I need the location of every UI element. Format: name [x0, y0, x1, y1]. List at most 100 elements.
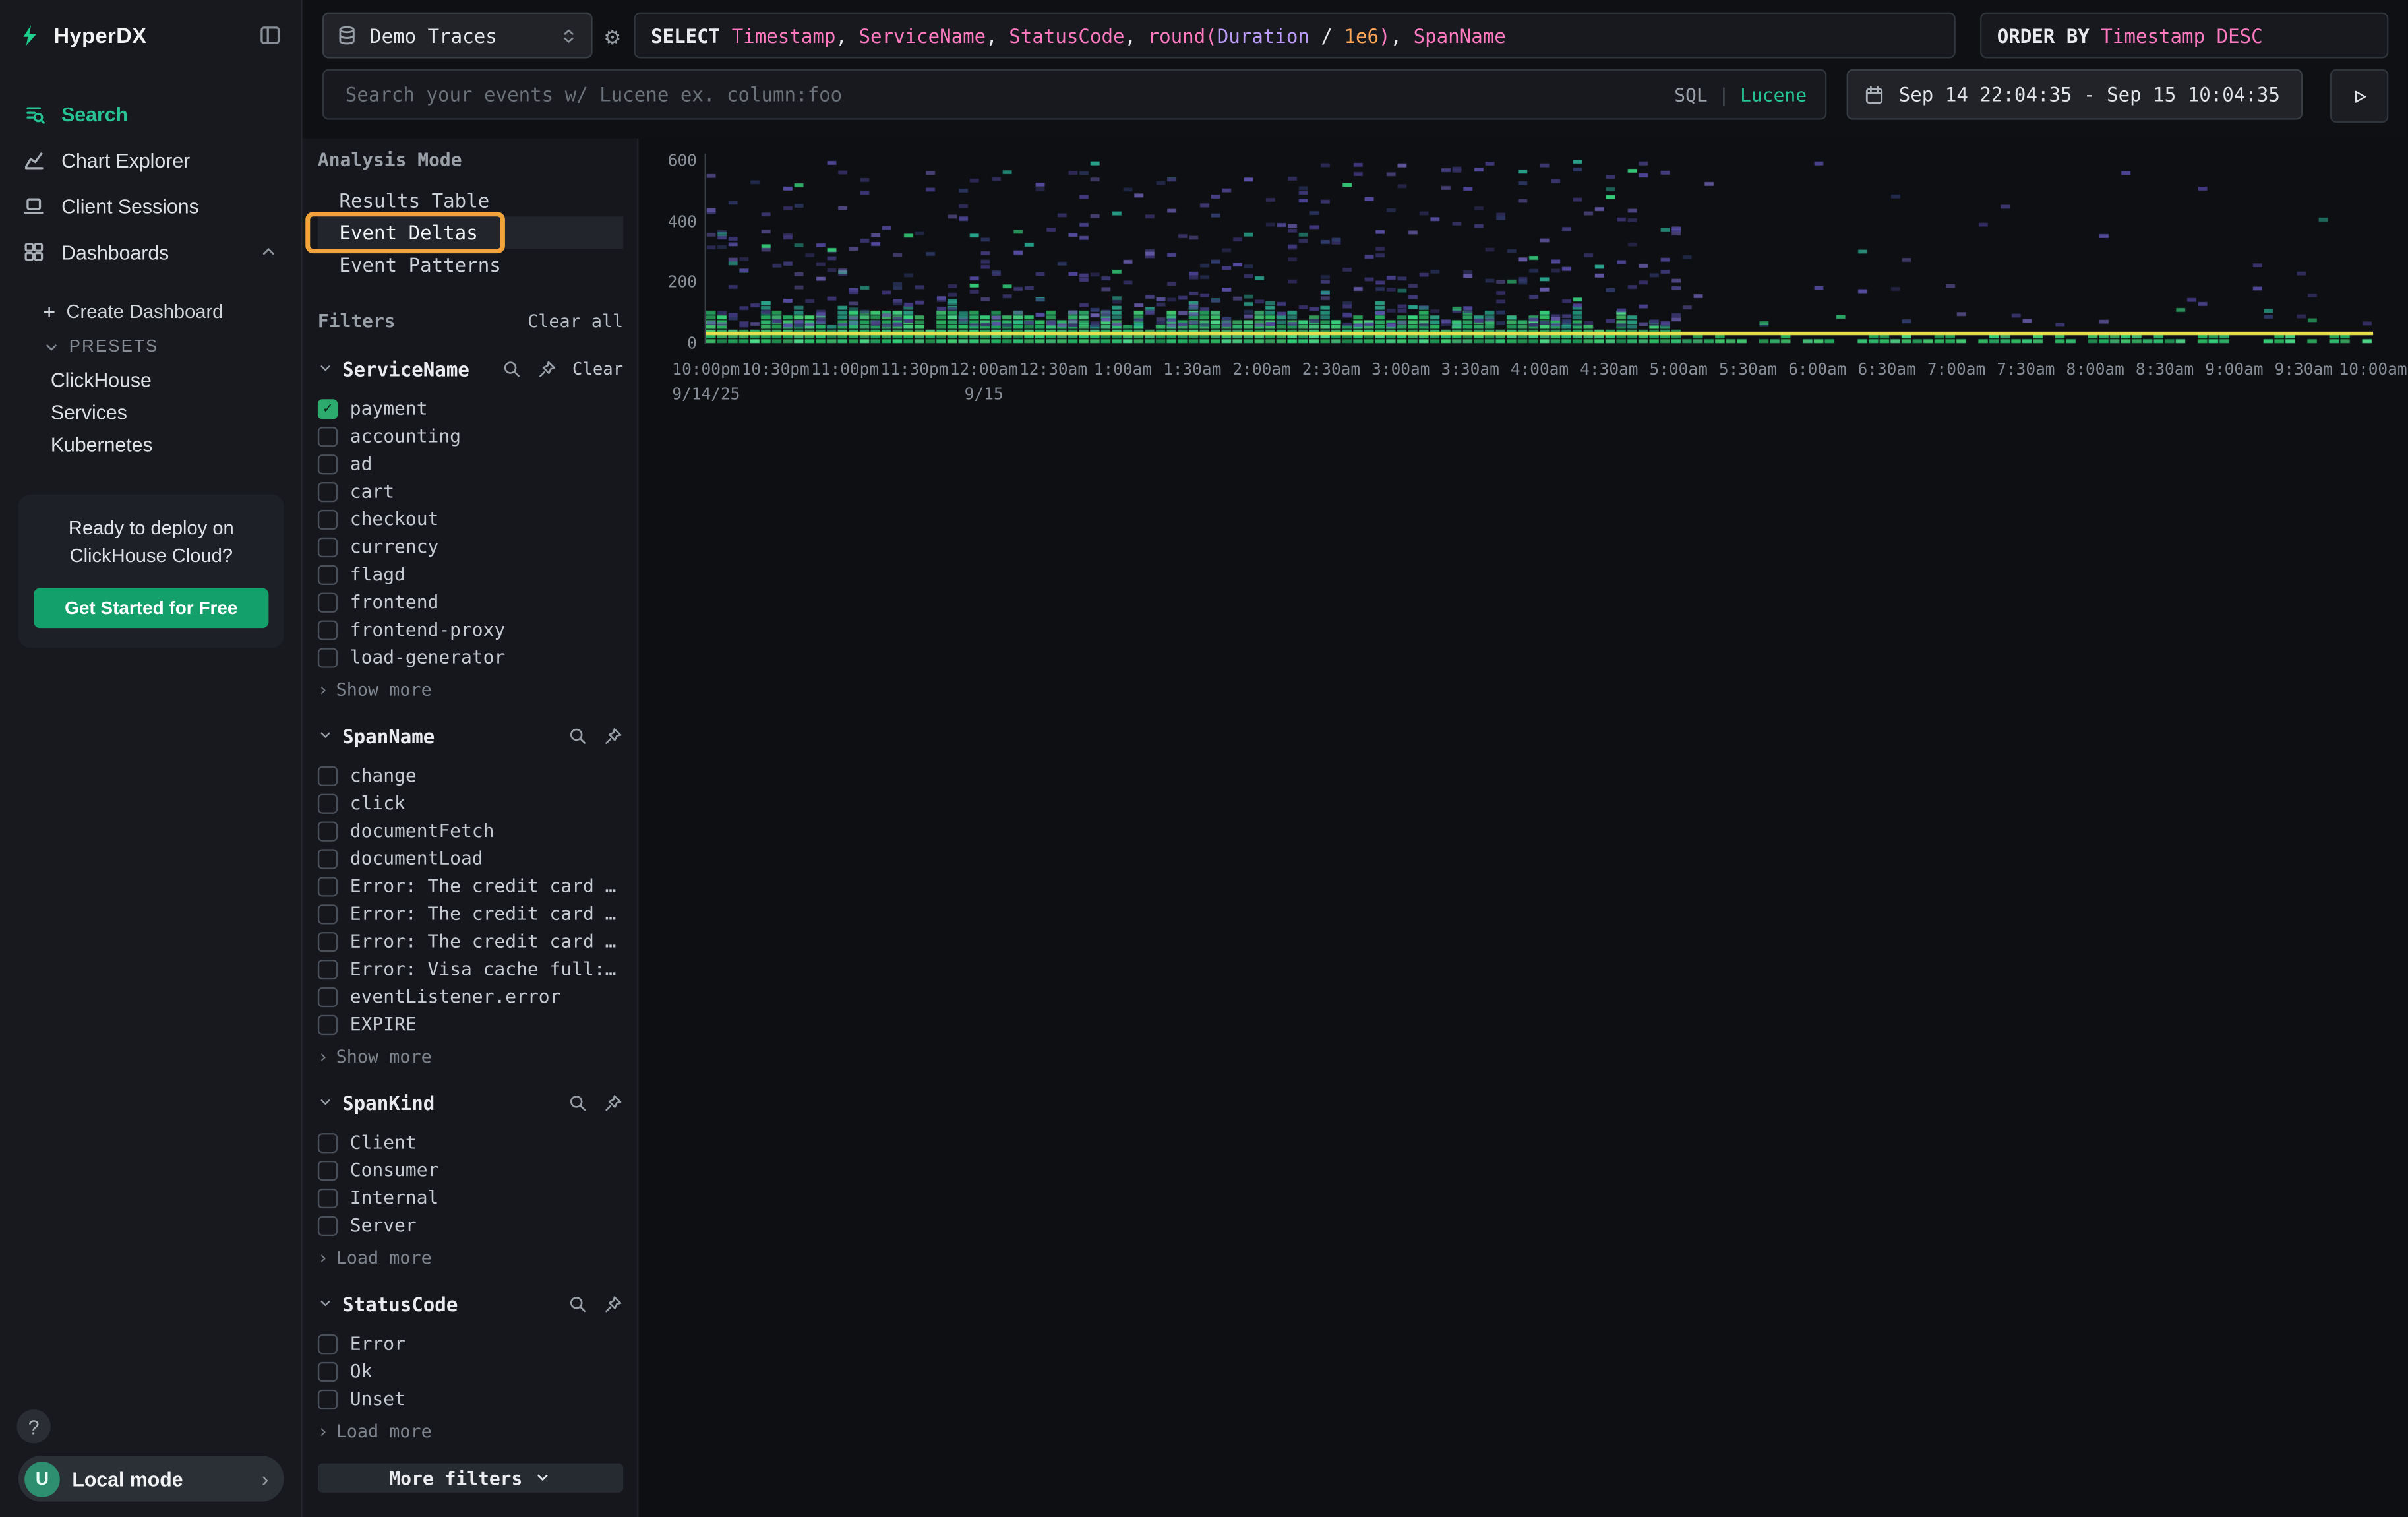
- facet-search-icon[interactable]: [568, 726, 587, 745]
- chevron-up-icon[interactable]: [258, 241, 280, 263]
- user-menu[interactable]: U Local mode ›: [18, 1456, 284, 1502]
- facet-load-more[interactable]: › Load more: [318, 1247, 623, 1268]
- checkbox-icon[interactable]: [318, 509, 338, 529]
- facet-value-error[interactable]: Error: [318, 1330, 623, 1357]
- checkbox-icon[interactable]: [318, 931, 338, 951]
- search-bar[interactable]: SQL | Lucene: [322, 69, 1826, 120]
- facet-header[interactable]: ServiceName Clear: [318, 355, 623, 383]
- checkbox-icon[interactable]: [318, 959, 338, 979]
- facet-search-icon[interactable]: [568, 1293, 587, 1313]
- facet-value-internal[interactable]: Internal: [318, 1184, 623, 1212]
- mode-event-patterns[interactable]: Event Patterns: [318, 249, 623, 281]
- checkbox-icon[interactable]: [318, 565, 338, 584]
- facet-value-consumer[interactable]: Consumer: [318, 1156, 623, 1184]
- facet-value-frontend[interactable]: frontend: [318, 588, 623, 616]
- help-button[interactable]: ?: [17, 1409, 51, 1443]
- select-columns-input[interactable]: SELECT Timestamp, ServiceName, StatusCod…: [634, 13, 1955, 59]
- checkbox-icon[interactable]: [318, 1188, 338, 1208]
- presets-toggle[interactable]: PRESETS: [0, 330, 301, 364]
- checkbox-checked-icon[interactable]: ✓: [318, 398, 338, 418]
- facet-search-icon[interactable]: [502, 359, 522, 379]
- facet-value-ok[interactable]: Ok: [318, 1357, 623, 1385]
- facet-header[interactable]: StatusCode: [318, 1290, 623, 1318]
- nav-search[interactable]: Search: [0, 90, 301, 137]
- nav-dashboards[interactable]: Dashboards: [0, 229, 301, 275]
- language-sql-option[interactable]: SQL: [1674, 84, 1707, 106]
- facet-load-more[interactable]: › Load more: [318, 1420, 623, 1442]
- checkbox-icon[interactable]: [318, 820, 338, 840]
- events-heatmap-chart[interactable]: [706, 154, 2373, 344]
- facet-value-error-the-credit-card-[interactable]: Error: The credit card (…: [318, 900, 623, 927]
- checkbox-icon[interactable]: [318, 793, 338, 813]
- facet-pin-icon[interactable]: [603, 1293, 623, 1313]
- checkbox-icon[interactable]: [318, 1160, 338, 1180]
- checkbox-icon[interactable]: [318, 1389, 338, 1409]
- mode-event-deltas[interactable]: Event Deltas: [318, 216, 623, 249]
- create-dashboard-button[interactable]: + Create Dashboard: [0, 294, 301, 330]
- source-settings-gear-icon[interactable]: ⚙: [593, 13, 633, 59]
- facet-value-change[interactable]: change: [318, 762, 623, 789]
- preset-services[interactable]: Services: [0, 396, 301, 429]
- facet-value-documentload[interactable]: documentLoad: [318, 844, 623, 872]
- checkbox-icon[interactable]: [318, 592, 338, 611]
- checkbox-icon[interactable]: [318, 904, 338, 923]
- get-started-button[interactable]: Get Started for Free: [34, 588, 268, 629]
- preset-clickhouse[interactable]: ClickHouse: [0, 364, 301, 396]
- facet-value-ad[interactable]: ad: [318, 450, 623, 478]
- facet-clear-button[interactable]: Clear: [572, 359, 623, 379]
- facet-value-client[interactable]: Client: [318, 1129, 623, 1156]
- checkbox-icon[interactable]: [318, 426, 338, 446]
- facet-value-expire[interactable]: EXPIRE: [318, 1010, 623, 1038]
- facet-value-error-visa-cache-full-[interactable]: Error: Visa cache full: …: [318, 955, 623, 983]
- facet-pin-icon[interactable]: [603, 1092, 623, 1112]
- facet-search-icon[interactable]: [568, 1092, 587, 1112]
- checkbox-icon[interactable]: [318, 1132, 338, 1152]
- facet-value-error-the-credit-card-[interactable]: Error: The credit card (…: [318, 927, 623, 955]
- checkbox-icon[interactable]: [318, 619, 338, 639]
- facet-header[interactable]: SpanKind: [318, 1089, 623, 1117]
- facet-value-checkout[interactable]: checkout: [318, 505, 623, 533]
- checkbox-icon[interactable]: [318, 766, 338, 786]
- preset-kubernetes[interactable]: Kubernetes: [0, 429, 301, 461]
- facet-value-unset[interactable]: Unset: [318, 1385, 623, 1413]
- checkbox-icon[interactable]: [318, 454, 338, 474]
- facet-show-more[interactable]: › Show more: [318, 679, 623, 700]
- facet-value-payment[interactable]: ✓payment: [318, 394, 623, 422]
- facet-value-click[interactable]: click: [318, 789, 623, 817]
- facet-value-load-generator[interactable]: load-generator: [318, 643, 623, 671]
- checkbox-icon[interactable]: [318, 1334, 338, 1353]
- facet-show-more[interactable]: › Show more: [318, 1045, 623, 1067]
- clear-all-filters-button[interactable]: Clear all: [527, 310, 623, 332]
- checkbox-icon[interactable]: [318, 876, 338, 896]
- more-filters-button[interactable]: More filters: [318, 1464, 623, 1493]
- nav-chart-explorer[interactable]: Chart Explorer: [0, 137, 301, 183]
- facet-value-currency[interactable]: currency: [318, 533, 623, 561]
- sidebar-collapse-icon[interactable]: [258, 22, 282, 47]
- facet-value-flagd[interactable]: flagd: [318, 561, 623, 588]
- search-input[interactable]: [342, 81, 1674, 108]
- facet-value-eventlistener-error[interactable]: eventListener.error: [318, 983, 623, 1010]
- facet-value-accounting[interactable]: accounting: [318, 422, 623, 450]
- facet-value-documentfetch[interactable]: documentFetch: [318, 817, 623, 844]
- facet-value-frontend-proxy[interactable]: frontend-proxy: [318, 616, 623, 644]
- run-query-button[interactable]: [2330, 69, 2388, 123]
- checkbox-icon[interactable]: [318, 481, 338, 501]
- checkbox-icon[interactable]: [318, 1361, 338, 1381]
- checkbox-icon[interactable]: [318, 848, 338, 868]
- source-select[interactable]: Demo Traces: [322, 13, 593, 59]
- checkbox-icon[interactable]: [318, 647, 338, 667]
- facet-value-cart[interactable]: cart: [318, 478, 623, 505]
- facet-value-error-the-credit-card-[interactable]: Error: The credit card (…: [318, 872, 623, 900]
- date-range-picker[interactable]: Sep 14 22:04:35 - Sep 15 10:04:35: [1847, 69, 2303, 120]
- order-by-input[interactable]: ORDER BY Timestamp DESC: [1980, 13, 2388, 59]
- facet-pin-icon[interactable]: [603, 726, 623, 745]
- mode-results-table[interactable]: Results Table: [318, 184, 623, 216]
- checkbox-icon[interactable]: [318, 1216, 338, 1235]
- checkbox-icon[interactable]: [318, 1014, 338, 1034]
- checkbox-icon[interactable]: [318, 987, 338, 1006]
- facet-pin-icon[interactable]: [537, 359, 557, 379]
- facet-header[interactable]: SpanName: [318, 722, 623, 749]
- nav-client-sessions[interactable]: Client Sessions: [0, 183, 301, 229]
- facet-value-server[interactable]: Server: [318, 1212, 623, 1239]
- language-lucene-option[interactable]: Lucene: [1740, 84, 1807, 106]
